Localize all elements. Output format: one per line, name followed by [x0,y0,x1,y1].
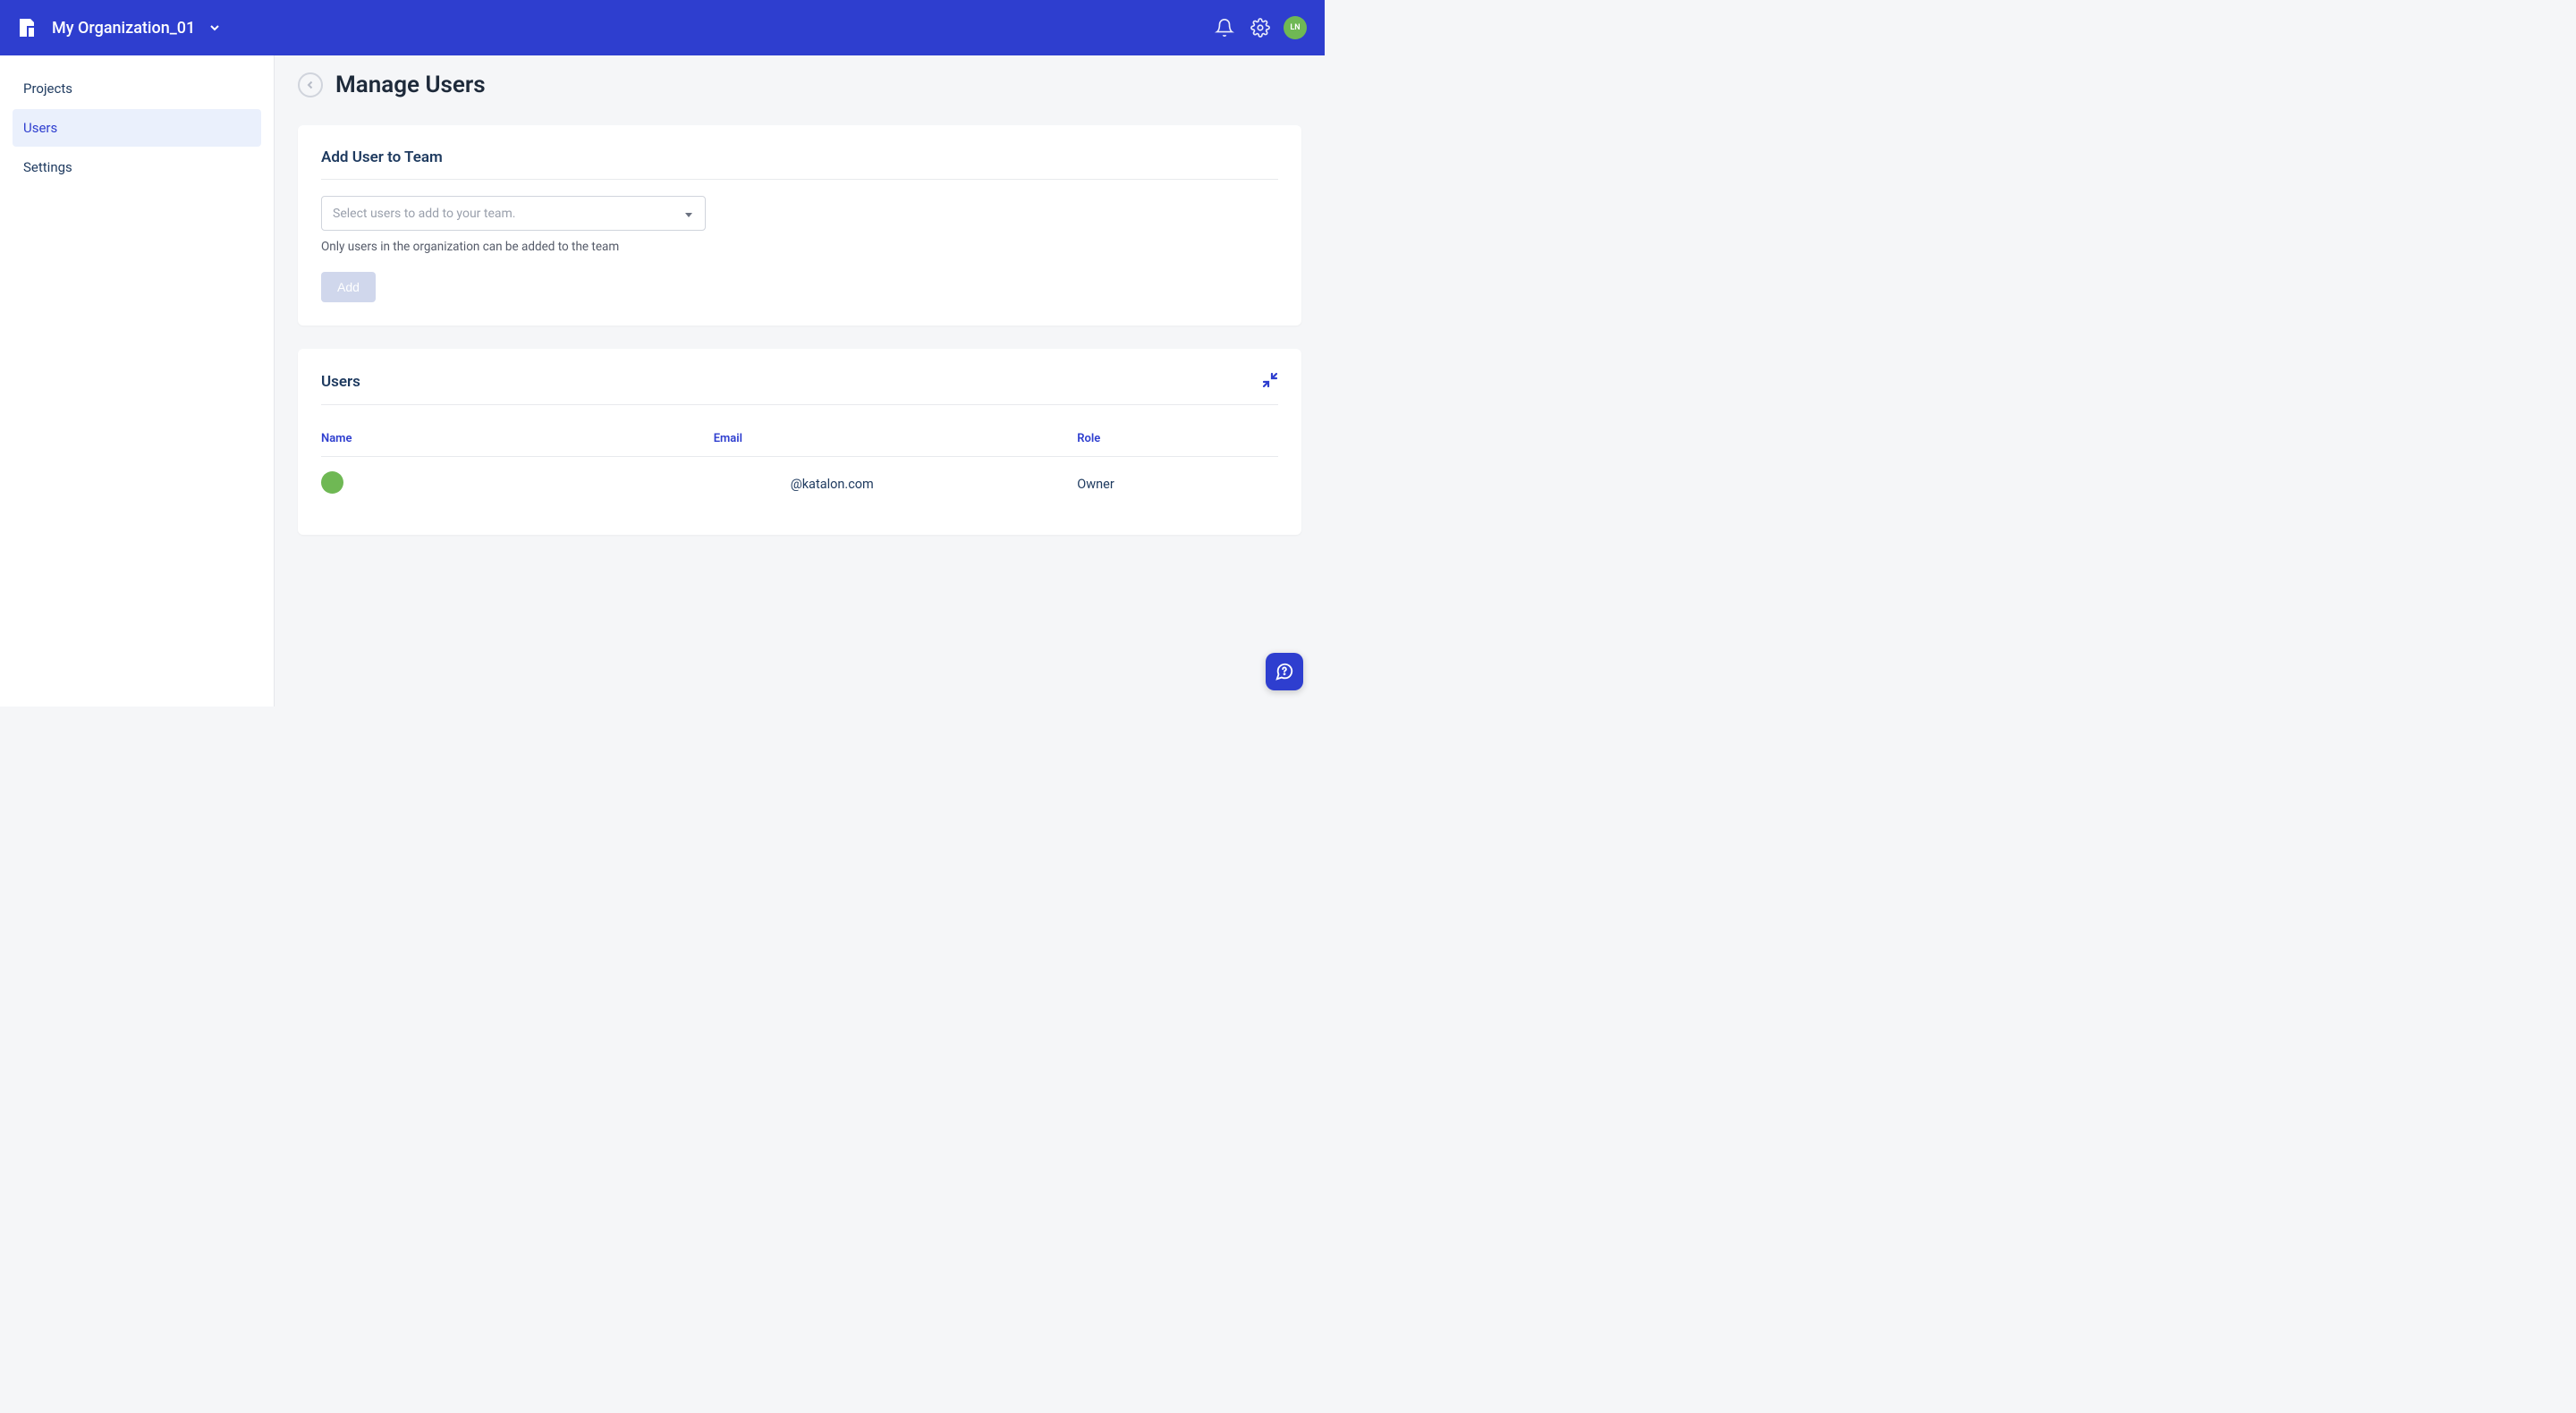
user-avatar[interactable]: LN [1284,16,1307,39]
caret-down-icon [685,207,692,221]
user-select-input[interactable]: Select users to add to your team. [321,196,706,231]
org-name[interactable]: My Organization_01 [52,19,195,38]
row-email: @katalon.com [714,457,1078,512]
add-user-card: Add User to Team Select users to add to … [298,125,1301,326]
row-avatar [321,471,343,494]
helper-text: Only users in the organization can be ad… [321,240,1278,254]
sidebar-item-settings[interactable]: Settings [13,148,261,186]
users-card: Users Name Email Role [298,349,1301,535]
add-user-card-title: Add User to Team [321,148,1278,166]
collapse-icon[interactable] [1262,372,1278,392]
column-header-email[interactable]: Email [714,421,1078,457]
page-header: Manage Users [298,72,1301,98]
users-table: Name Email Role @katalon.com Owner [321,421,1278,512]
select-placeholder: Select users to add to your team. [333,207,515,221]
sidebar: Projects Users Settings [0,55,275,706]
back-button[interactable] [298,72,323,97]
help-widget[interactable] [1266,653,1303,690]
add-button[interactable]: Add [321,272,376,302]
notifications-icon[interactable] [1207,10,1242,46]
page-title: Manage Users [335,72,486,98]
settings-icon[interactable] [1242,10,1278,46]
row-role: Owner [1077,457,1278,512]
app-header: My Organization_01 LN [0,0,1325,55]
divider [321,179,1278,180]
table-row[interactable]: @katalon.com Owner [321,457,1278,512]
users-card-title: Users [321,373,360,391]
column-header-role[interactable]: Role [1077,421,1278,457]
org-switcher-chevron[interactable] [208,21,222,35]
sidebar-item-users[interactable]: Users [13,109,261,147]
sidebar-item-projects[interactable]: Projects [13,70,261,107]
column-header-name[interactable]: Name [321,421,714,457]
main-content: Manage Users Add User to Team Select use… [275,55,1325,706]
app-logo[interactable] [18,17,36,38]
divider [321,404,1278,405]
